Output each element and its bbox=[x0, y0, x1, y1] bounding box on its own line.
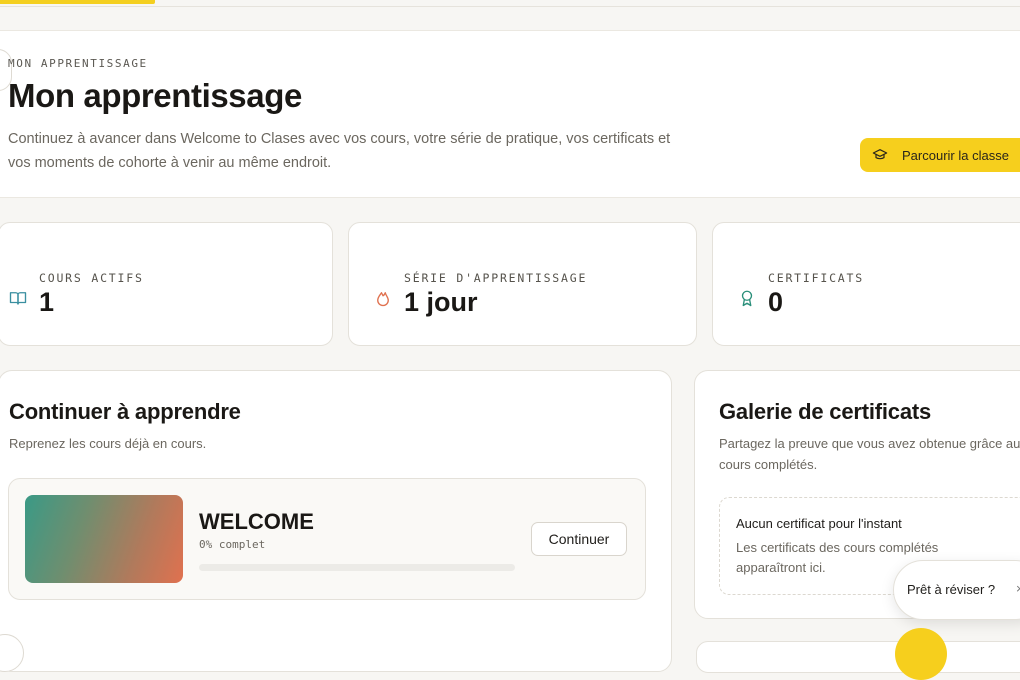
active-tab-indicator bbox=[0, 0, 155, 4]
review-prompt[interactable]: Prêt à réviser ? × bbox=[893, 560, 1020, 620]
section-title: Galerie de certificats bbox=[719, 399, 932, 424]
page-title: Mon apprentissage bbox=[8, 77, 302, 114]
course-card[interactable]: WELCOME 0% complet Continuer bbox=[8, 478, 646, 600]
hero-description: Continuez à avancer dans Welcome to Clas… bbox=[8, 131, 671, 171]
continue-button[interactable]: Continuer bbox=[531, 522, 627, 556]
browse-class-button[interactable]: Parcourir la classe bbox=[860, 138, 1020, 172]
course-thumbnail bbox=[25, 495, 183, 583]
stat-card-certificates: CERTIFICATS 0 bbox=[712, 222, 1020, 346]
section-subtitle: Partagez la preuve que vous avez obtenue… bbox=[719, 436, 1020, 472]
top-nav-bar bbox=[0, 0, 1020, 7]
stat-value: 0 bbox=[768, 287, 784, 317]
award-icon bbox=[741, 290, 753, 307]
hero-section: MON APPRENTISSAGE Mon apprentissage Cont… bbox=[0, 30, 1020, 198]
browse-class-label: Parcourir la classe bbox=[902, 147, 1009, 163]
book-open-icon bbox=[9, 292, 27, 305]
stat-value: 1 jour bbox=[404, 287, 478, 317]
graduation-cap-icon bbox=[872, 149, 888, 160]
empty-state-title: Aucun certificat pour l'instant bbox=[736, 516, 902, 531]
section-title: Continuer à apprendre bbox=[9, 399, 241, 424]
stat-label: CERTIFICATS bbox=[768, 271, 864, 285]
stat-card-active-courses: COURS ACTIFS 1 bbox=[0, 222, 333, 346]
continue-learning-panel: Continuer à apprendre Reprenez les cours… bbox=[0, 370, 672, 672]
close-icon[interactable]: × bbox=[1016, 581, 1020, 596]
course-title: WELCOME bbox=[199, 509, 314, 534]
stat-card-learning-streak: SÉRIE D'APPRENTISSAGE 1 jour bbox=[348, 222, 697, 346]
next-section-card bbox=[696, 641, 1020, 673]
stat-label: SÉRIE D'APPRENTISSAGE bbox=[404, 271, 588, 285]
stat-label: COURS ACTIFS bbox=[39, 271, 144, 285]
stat-value: 1 bbox=[39, 287, 55, 317]
hero-eyebrow: MON APPRENTISSAGE bbox=[8, 57, 148, 70]
flame-icon bbox=[377, 292, 389, 307]
assistant-fab-button[interactable] bbox=[895, 628, 947, 680]
section-subtitle: Reprenez les cours déjà en cours. bbox=[9, 436, 207, 451]
course-progress-text: 0% complet bbox=[199, 538, 266, 551]
review-prompt-text: Prêt à réviser ? bbox=[907, 582, 996, 597]
course-progress-bar bbox=[199, 564, 515, 571]
